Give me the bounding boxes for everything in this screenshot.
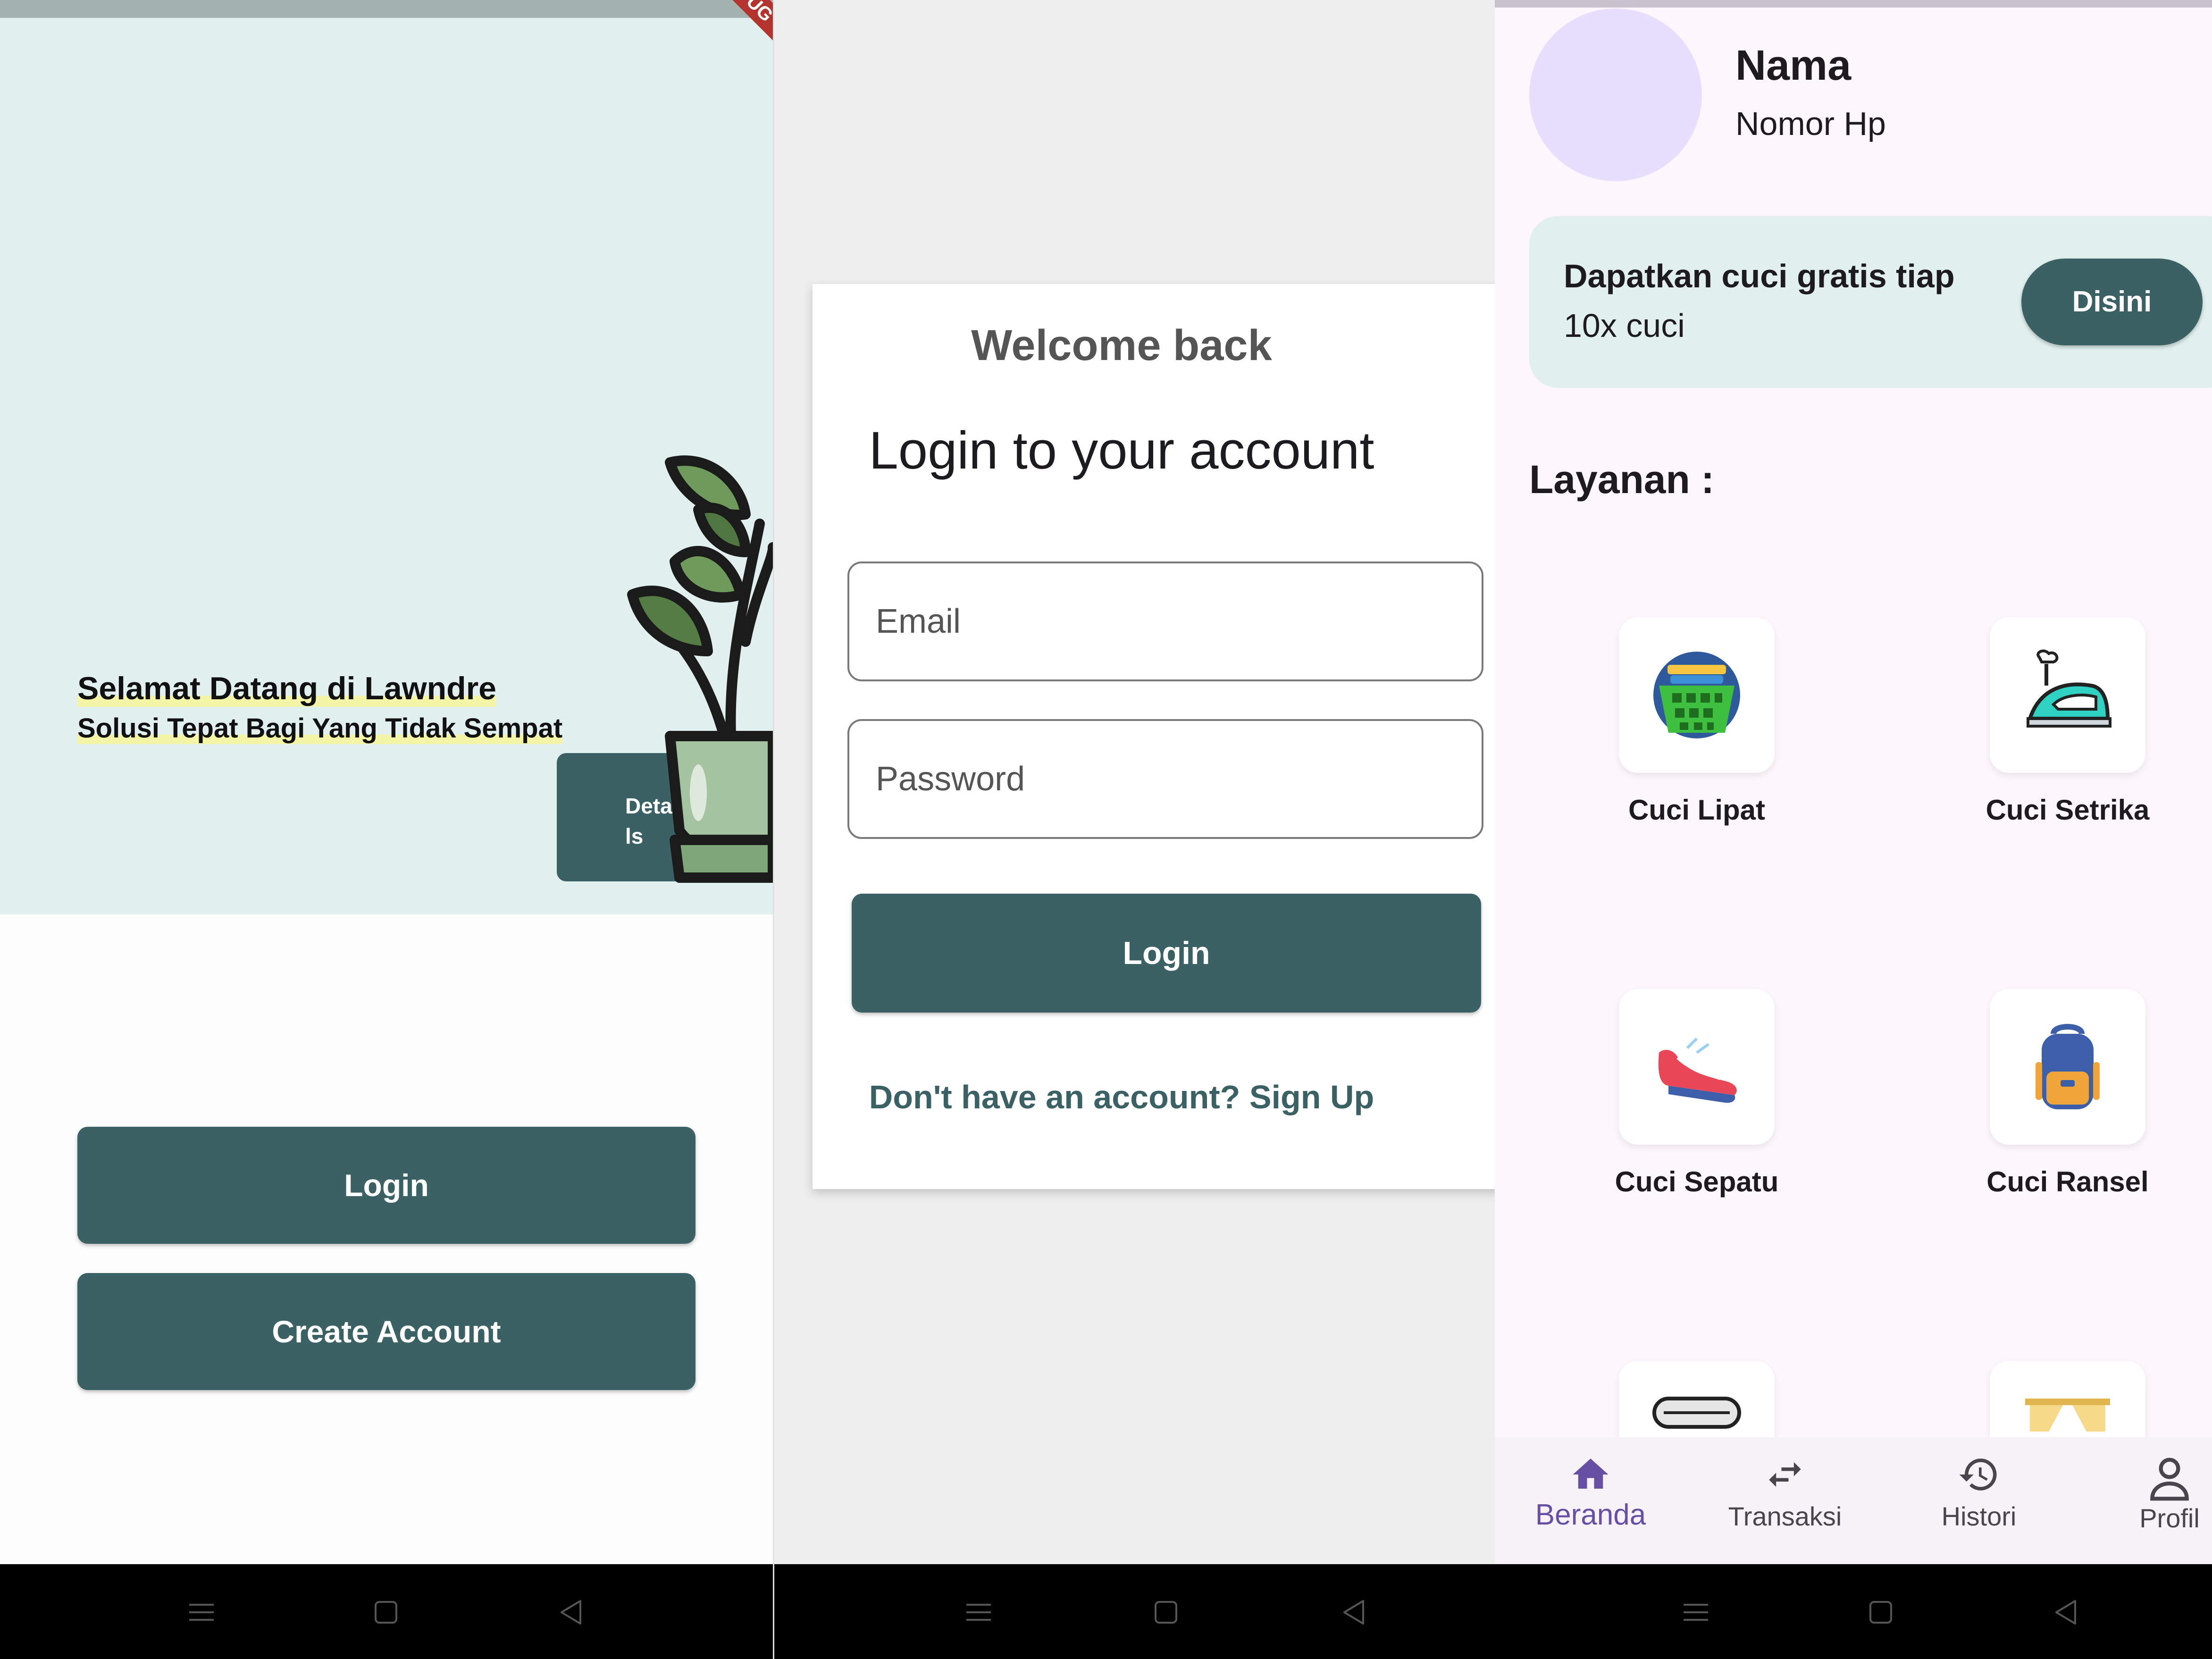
service-cuci-lipat[interactable] [1619, 617, 1775, 773]
service-cuci-ransel[interactable] [1990, 989, 2145, 1145]
swap-arrows-icon [1769, 1462, 1801, 1487]
laundry-basket-icon [1653, 652, 1740, 738]
back-triangle-icon[interactable] [1340, 1598, 1368, 1626]
profile-phone: Nomor Hp [1735, 105, 1886, 142]
hero-title: Selamat Datang di Lawndre [77, 670, 496, 707]
nav-label: Profil [2139, 1503, 2200, 1533]
home-square-icon[interactable] [1867, 1598, 1895, 1626]
iron-icon [2027, 649, 2111, 728]
menu-icon[interactable] [187, 1598, 216, 1626]
menu-icon[interactable] [1682, 1598, 1710, 1626]
menu-icon[interactable] [964, 1598, 993, 1626]
email-field[interactable]: Email [847, 561, 1483, 681]
home-screen: Nama Nomor Hp Dapatkan cuci gratis tiap … [1495, 0, 2212, 1659]
system-nav-bar [774, 1564, 1495, 1659]
top-edge [1495, 0, 2212, 8]
plant-illustration [627, 455, 773, 883]
avatar[interactable] [1529, 8, 1702, 181]
blanket-icon [1652, 1397, 1741, 1429]
sneaker-icon [1658, 1037, 1737, 1103]
login-button[interactable]: Login [77, 1127, 695, 1244]
status-bar [0, 0, 773, 18]
service-label: Cuci Sepatu [1615, 1166, 1779, 1198]
nav-label: Histori [1941, 1501, 2017, 1531]
password-field[interactable]: Password [847, 719, 1483, 839]
system-nav-bar [0, 1564, 773, 1659]
history-icon [1959, 1458, 1997, 1491]
login-submit-button[interactable]: Login [852, 894, 1481, 1013]
system-nav-bar [1495, 1564, 2212, 1659]
login-heading: Login to your account [869, 421, 1374, 480]
person-icon [2150, 1458, 2189, 1501]
welcome-back-title: Welcome back [971, 321, 1272, 369]
service-label: Cuci Ransel [1986, 1166, 2149, 1198]
nav-profil[interactable]: Profil [2108, 1453, 2212, 1533]
services-title: Layanan : [1529, 457, 1715, 502]
signup-link[interactable]: Don't have an account? Sign Up [813, 1078, 1431, 1116]
profile-name: Nama [1735, 42, 1852, 89]
nav-label: Transaksi [1728, 1501, 1842, 1531]
promo-text-line2: 10x cuci [1564, 307, 1685, 344]
nav-label: Beranda [1535, 1499, 1646, 1531]
hero-subtitle: Solusi Tepat Bagi Yang Tidak Sempat [77, 712, 563, 744]
home-square-icon[interactable] [372, 1598, 400, 1626]
welcome-screen: UG Selamat Datang di Lawndre Solusi Tepa… [0, 0, 773, 1659]
promo-text-line1: Dapatkan cuci gratis tiap [1564, 258, 1955, 294]
home-icon [1573, 1458, 1609, 1489]
curtain-icon [2025, 1399, 2110, 1432]
email-placeholder: Email [876, 603, 961, 640]
create-account-button[interactable]: Create Account [77, 1273, 695, 1390]
home-square-icon[interactable] [1152, 1598, 1180, 1626]
back-triangle-icon[interactable] [557, 1598, 585, 1626]
service-label: Cuci Lipat [1628, 794, 1765, 826]
back-triangle-icon[interactable] [2052, 1598, 2080, 1626]
promo-disini-button[interactable]: Disini [2021, 259, 2203, 345]
login-screen: Welcome back Login to your account Email… [774, 0, 1495, 1659]
service-cuci-setrika[interactable] [1990, 617, 2145, 773]
service-cuci-sepatu[interactable] [1619, 989, 1775, 1145]
nav-beranda[interactable]: Beranda [1529, 1453, 1652, 1532]
password-placeholder: Password [876, 760, 1025, 798]
nav-transaksi[interactable]: Transaksi [1724, 1453, 1846, 1532]
backpack-icon [2036, 1024, 2100, 1109]
nav-histori[interactable]: Histori [1918, 1453, 2040, 1532]
service-label: Cuci Setrika [1986, 794, 2150, 826]
